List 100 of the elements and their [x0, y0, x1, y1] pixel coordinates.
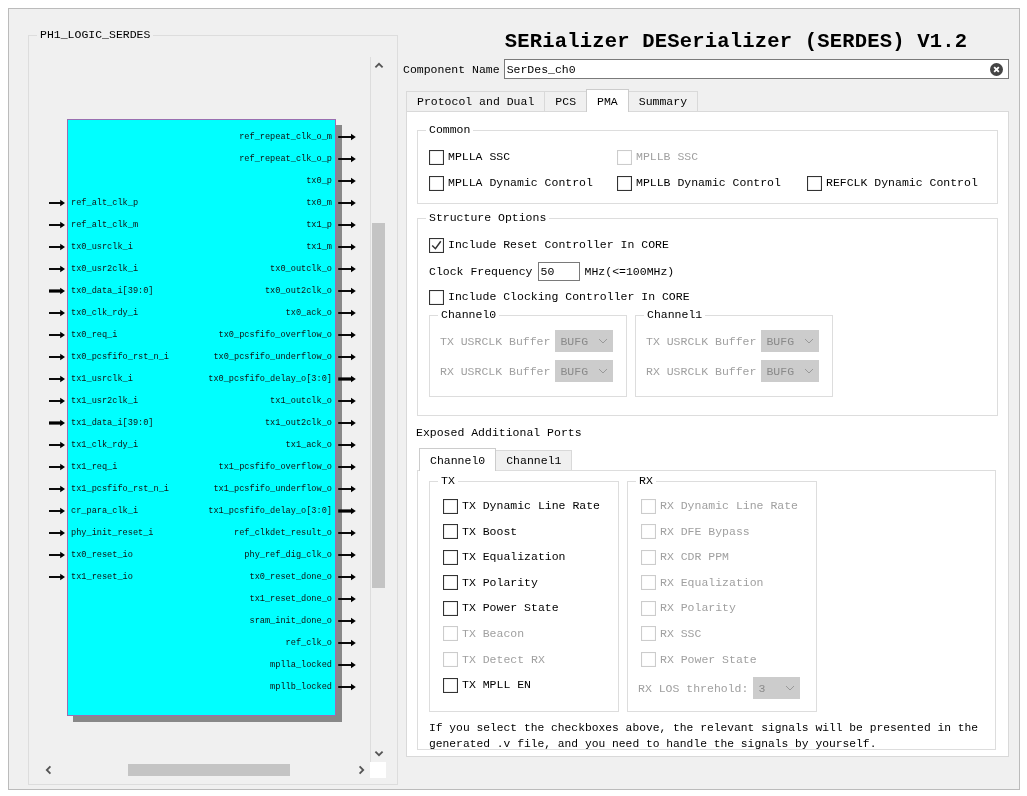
pin-label: mplla_locked — [269, 659, 333, 671]
tab[interactable]: Protocol and Dual — [406, 91, 546, 111]
pin-label: cr_para_clk_i — [70, 505, 140, 517]
pin-label: tx1_reset_done_o — [248, 593, 333, 605]
caret-icon — [598, 338, 609, 344]
tab[interactable]: Channel0 — [419, 448, 497, 471]
field-label: RX USRCLK Buffer — [440, 364, 551, 378]
pin-label: tx1_out2clk_o — [263, 417, 333, 429]
pin-label: phy_ref_dig_clk_o — [243, 549, 333, 561]
checkbox[interactable] — [443, 549, 458, 565]
option-label: Include Reset Controller In CORE — [448, 237, 669, 253]
option-label: RX Equalization — [660, 574, 764, 591]
pin-label: ref_clk_o — [284, 637, 333, 649]
pin-label: tx1_m — [305, 241, 333, 253]
pin-label: tx0_pcsfifo_rst_n_i — [70, 351, 170, 363]
tab[interactable]: PMA — [586, 89, 629, 112]
pin-label: tx1_pcsfifo_delay_o[3:0] — [207, 505, 333, 517]
checkbox[interactable] — [429, 289, 444, 305]
checkbox[interactable] — [443, 600, 458, 616]
option-label: TX Power State — [462, 600, 559, 617]
scroll-thumb[interactable] — [372, 223, 385, 588]
pin-label: ref_clkdet_result_o — [233, 527, 333, 539]
dialog-title: SERializer DESerializer (SERDES) V1.2 — [503, 29, 969, 55]
option-label: Include Clocking Controller In CORE — [448, 289, 690, 305]
option-label: MPLLA Dynamic Control — [448, 175, 593, 191]
option-label: TX Boost — [462, 523, 518, 540]
component-name-field[interactable]: SerDes_ch0 — [503, 59, 1009, 79]
pin-label: tx0_reset_io — [70, 549, 134, 561]
field-label: RX USRCLK Buffer — [646, 364, 757, 378]
scroll-thumb[interactable] — [128, 764, 290, 776]
pin-label: tx0_clk_rdy_i — [70, 307, 140, 319]
pin-label: tx0_ack_o — [284, 307, 333, 319]
checkbox[interactable] — [443, 677, 458, 693]
pin-label: tx0_data_i[39:0] — [70, 285, 155, 297]
pin-label: ref_alt_clk_m — [70, 219, 140, 231]
tab[interactable]: Summary — [627, 91, 699, 111]
pin-label: ref_repeat_clk_o_p — [238, 153, 333, 165]
caret-icon — [804, 338, 815, 344]
pin-label: ref_alt_clk_p — [70, 197, 140, 209]
pin-label: tx0_reset_done_o — [248, 571, 333, 583]
checkbox[interactable] — [429, 237, 444, 253]
group-title: Structure Options — [426, 211, 550, 225]
pin-label: tx1_req_i — [70, 461, 119, 473]
option-label: RX SSC — [660, 625, 702, 642]
pin-label: phy_init_reset_i — [70, 527, 155, 539]
group-title: PH1_LOGIC_SERDES — [37, 28, 154, 42]
pin-label: sram_init_done_o — [248, 615, 333, 627]
pin-label: tx1_outclk_o — [269, 395, 333, 407]
caret-icon — [785, 685, 796, 692]
field-label: Clock Frequency — [429, 264, 533, 278]
option-label: RX CDR PPM — [660, 549, 729, 566]
pin-label: tx0_usr2clk_i — [70, 263, 140, 275]
pin-label: tx1_p — [305, 219, 333, 231]
frequency-field[interactable]: 50 — [537, 261, 580, 281]
pin-label: tx0_out2clk_o — [263, 285, 333, 297]
option-label: MPLLB SSC — [636, 149, 699, 165]
option-label: TX Equalization — [462, 549, 566, 566]
option-label: MPLLA SSC — [448, 149, 511, 165]
note-text: If you select the checkboxes above, the relevant signals will be presented in the generated .v file, and you need to handle the signals by yourself. — [429, 721, 980, 752]
caret-icon — [598, 368, 609, 374]
pin-label: tx1_pcsfifo_underflow_o — [212, 483, 333, 495]
caret-icon — [804, 368, 815, 374]
pin-label: mpllb_locked — [269, 681, 333, 693]
checkbox[interactable] — [429, 149, 444, 165]
pin-label: tx1_pcsfifo_rst_n_i — [70, 483, 170, 495]
option-label: REFCLK Dynamic Control — [826, 175, 978, 191]
option-label: RX DFE Bypass — [660, 523, 750, 540]
vertical-scrollbar[interactable] — [370, 57, 386, 762]
pin-label: tx0_pcsfifo_underflow_o — [212, 351, 333, 363]
option-label: RX Power State — [660, 651, 757, 668]
pin-label: tx0_pcsfifo_overflow_o — [217, 329, 333, 341]
option-label: RX Dynamic Line Rate — [660, 498, 799, 514]
checkbox[interactable] — [617, 175, 632, 191]
field-label: TX USRCLK Buffer — [646, 334, 757, 348]
option-label: TX Beacon — [462, 625, 525, 642]
pin-label: tx0_pcsfifo_delay_o[3:0] — [207, 373, 333, 385]
option-label: TX Detect RX — [462, 651, 545, 668]
pin-label: tx0_outclk_o — [269, 263, 333, 275]
pin-label: tx0_usrclk_i — [70, 241, 134, 253]
option-label: MPLLB Dynamic Control — [636, 175, 781, 191]
checkbox[interactable] — [443, 524, 458, 540]
checkbox[interactable] — [443, 498, 458, 514]
tab[interactable]: Channel1 — [495, 450, 573, 470]
pin-label: tx1_clk_rdy_i — [70, 439, 140, 451]
pin-label: ref_repeat_clk_o_m — [238, 131, 333, 143]
option-label: TX MPLL EN — [462, 677, 531, 694]
scrollbar-corner — [370, 762, 386, 778]
checkbox[interactable] — [807, 175, 822, 191]
pin-label: tx1_pcsfifo_overflow_o — [217, 461, 333, 473]
clear-icon[interactable] — [990, 62, 1003, 76]
pin-label: tx0_req_i — [70, 329, 119, 341]
pin-label: tx1_reset_io — [70, 571, 134, 583]
pin-label: tx1_usrclk_i — [70, 373, 134, 385]
unit-label: MHz(<=100MHz) — [584, 264, 675, 278]
checkbox[interactable] — [443, 575, 458, 591]
field-label: Component Name — [403, 62, 500, 76]
pin-label: tx1_data_i[39:0] — [70, 417, 155, 429]
checkbox[interactable] — [429, 175, 444, 191]
option-label: TX Polarity — [462, 574, 538, 591]
pin-label: tx1_usr2clk_i — [70, 395, 140, 407]
